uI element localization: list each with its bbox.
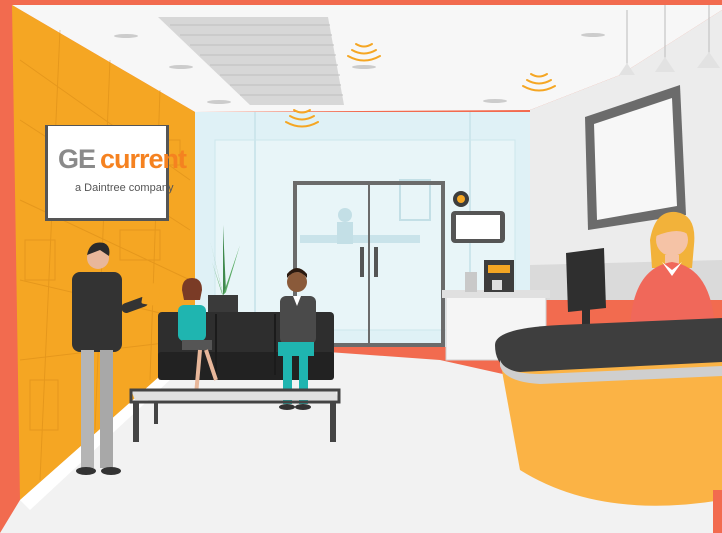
office-lobby-illustration xyxy=(0,0,722,533)
meeting-person-head xyxy=(338,208,352,222)
door-handle-left xyxy=(360,247,364,277)
thermostat-dial xyxy=(457,195,465,203)
door-handle-right xyxy=(374,247,378,277)
tablet-screen xyxy=(456,215,500,239)
ceiling-light xyxy=(207,100,231,104)
ceiling-light xyxy=(483,99,507,103)
ceiling-light xyxy=(352,65,376,69)
sign-board xyxy=(48,126,166,218)
frame-right-edge xyxy=(713,490,722,533)
ceiling-light xyxy=(169,65,193,69)
coffee-machine-icon xyxy=(484,260,514,292)
meeting-person-body xyxy=(337,222,353,244)
paper-cups xyxy=(465,272,477,292)
ceiling-light xyxy=(581,33,605,37)
ceiling-light xyxy=(114,34,138,38)
meeting-table xyxy=(300,235,420,243)
